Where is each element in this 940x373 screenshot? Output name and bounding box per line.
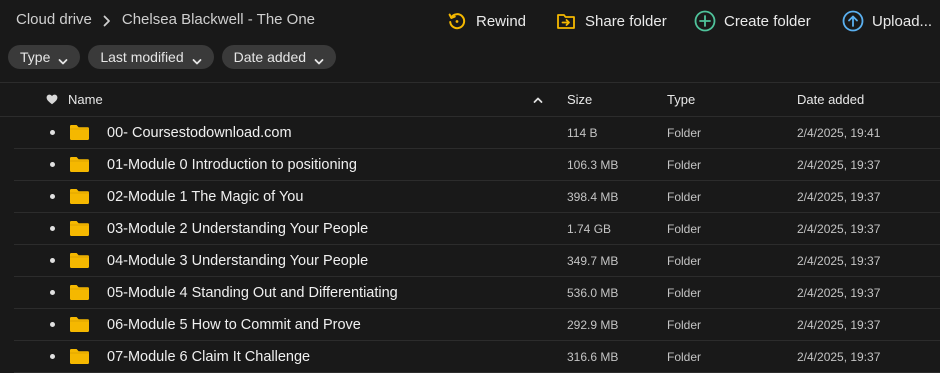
row-name[interactable]: 00- Coursestodownload.com: [107, 117, 292, 148]
rewind-icon: [446, 10, 468, 32]
upload-label: Upload...: [872, 12, 933, 30]
table-row[interactable]: 04-Module 3 Understanding Your People 349…: [14, 245, 940, 277]
filter-chips: Type Last modified Date added: [8, 45, 344, 69]
dot-icon: [50, 149, 55, 180]
table-row[interactable]: 07-Module 6 Claim It Challenge 316.6 MB Fo…: [14, 341, 940, 373]
row-name[interactable]: 01-Module 0 Introduction to positioning: [107, 149, 357, 180]
file-table: Name Size Type Date added 00- Coursestod…: [0, 82, 940, 373]
row-type: Folder: [667, 253, 702, 268]
row-name[interactable]: 04-Module 3 Understanding Your People: [107, 245, 368, 276]
row-date-added: 2/4/2025, 19:37: [797, 221, 881, 236]
column-header-size[interactable]: Size: [567, 83, 592, 116]
dot-icon: [50, 309, 55, 340]
filter-date-added-label: Date added: [233, 49, 307, 65]
toolbar-actions: Rewind Share folder Create folder Upload…: [446, 8, 932, 34]
row-name[interactable]: 06-Module 5 How to Commit and Prove: [107, 309, 361, 340]
folder-icon: [69, 341, 90, 372]
row-type: Folder: [667, 317, 702, 332]
table-row[interactable]: 06-Module 5 How to Commit and Prove 292.9…: [14, 309, 940, 341]
chevron-up-icon[interactable]: [533, 83, 543, 116]
dot-icon: [50, 213, 55, 244]
folder-icon: [69, 117, 90, 148]
filter-last-modified-label: Last modified: [100, 49, 184, 65]
heart-icon[interactable]: [46, 83, 58, 116]
top-bar: Cloud drive Chelsea Blackwell - The One …: [0, 0, 940, 42]
row-size: 536.0 MB: [567, 285, 619, 300]
table-row[interactable]: 05-Module 4 Standing Out and Differentia…: [14, 277, 940, 309]
row-date-added: 2/4/2025, 19:37: [797, 253, 881, 268]
folder-icon: [69, 309, 90, 340]
breadcrumb-current[interactable]: Chelsea Blackwell - The One: [122, 11, 315, 28]
table-row[interactable]: 02-Module 1 The Magic of You 398.4 MB Fold…: [14, 181, 940, 213]
rewind-button[interactable]: Rewind: [446, 10, 555, 32]
filter-type-label: Type: [20, 49, 51, 65]
upload-button[interactable]: Upload...: [842, 10, 932, 32]
column-header-type[interactable]: Type: [667, 83, 695, 116]
create-folder-button[interactable]: Create folder: [694, 10, 842, 32]
row-type: Folder: [667, 125, 702, 140]
column-header-name[interactable]: Name: [68, 83, 103, 116]
folder-icon: [69, 213, 90, 244]
upload-arrow-icon: [842, 10, 864, 32]
breadcrumb: Cloud drive Chelsea Blackwell - The One: [16, 11, 315, 28]
row-size: 106.3 MB: [567, 157, 619, 172]
folder-icon: [69, 245, 90, 276]
dot-icon: [50, 245, 55, 276]
row-size: 114 B: [567, 125, 598, 140]
row-name[interactable]: 05-Module 4 Standing Out and Differentia…: [107, 277, 398, 308]
row-type: Folder: [667, 285, 702, 300]
table-body: 00- Coursestodownload.com 114 B Folder 2/4/…: [0, 117, 940, 373]
filter-last-modified[interactable]: Last modified: [88, 45, 214, 69]
column-header-date-added[interactable]: Date added: [797, 83, 864, 116]
share-folder-button[interactable]: Share folder: [555, 10, 694, 32]
share-folder-icon: [555, 10, 577, 32]
row-name[interactable]: 02-Module 1 The Magic of You: [107, 181, 303, 212]
row-date-added: 2/4/2025, 19:37: [797, 189, 881, 204]
filter-date-added[interactable]: Date added: [221, 45, 337, 69]
chevron-down-icon: [58, 53, 68, 65]
row-date-added: 2/4/2025, 19:37: [797, 285, 881, 300]
filter-type[interactable]: Type: [8, 45, 81, 69]
dot-icon: [50, 277, 55, 308]
table-row[interactable]: 01-Module 0 Introduction to positioning 1…: [14, 149, 940, 181]
row-size: 349.7 MB: [567, 253, 619, 268]
row-date-added: 2/4/2025, 19:37: [797, 317, 881, 332]
row-date-added: 2/4/2025, 19:37: [797, 349, 881, 364]
chevron-down-icon: [314, 53, 324, 65]
chevron-down-icon: [192, 53, 202, 65]
folder-icon: [69, 277, 90, 308]
row-name[interactable]: 07-Module 6 Claim It Challenge: [107, 341, 310, 372]
table-row[interactable]: 03-Module 2 Understanding Your People 1.7…: [14, 213, 940, 245]
row-size: 292.9 MB: [567, 317, 619, 332]
breadcrumb-root[interactable]: Cloud drive: [16, 11, 92, 28]
table-header: Name Size Type Date added: [0, 82, 940, 117]
chevron-right-icon: [103, 14, 111, 26]
row-type: Folder: [667, 349, 702, 364]
row-size: 1.74 GB: [567, 221, 612, 236]
row-size: 398.4 MB: [567, 189, 619, 204]
create-folder-label: Create folder: [724, 12, 811, 30]
row-date-added: 2/4/2025, 19:41: [797, 125, 881, 140]
plus-circle-icon: [694, 10, 716, 32]
share-folder-label: Share folder: [585, 12, 667, 30]
row-size: 316.6 MB: [567, 349, 619, 364]
dot-icon: [50, 117, 55, 148]
table-row[interactable]: 00- Coursestodownload.com 114 B Folder 2/4/…: [14, 117, 940, 149]
dot-icon: [50, 341, 55, 372]
row-name[interactable]: 03-Module 2 Understanding Your People: [107, 213, 368, 244]
folder-icon: [69, 181, 90, 212]
row-type: Folder: [667, 189, 702, 204]
row-type: Folder: [667, 157, 702, 172]
folder-icon: [69, 149, 90, 180]
row-type: Folder: [667, 221, 702, 236]
rewind-label: Rewind: [476, 12, 527, 30]
dot-icon: [50, 181, 55, 212]
row-date-added: 2/4/2025, 19:37: [797, 157, 881, 172]
